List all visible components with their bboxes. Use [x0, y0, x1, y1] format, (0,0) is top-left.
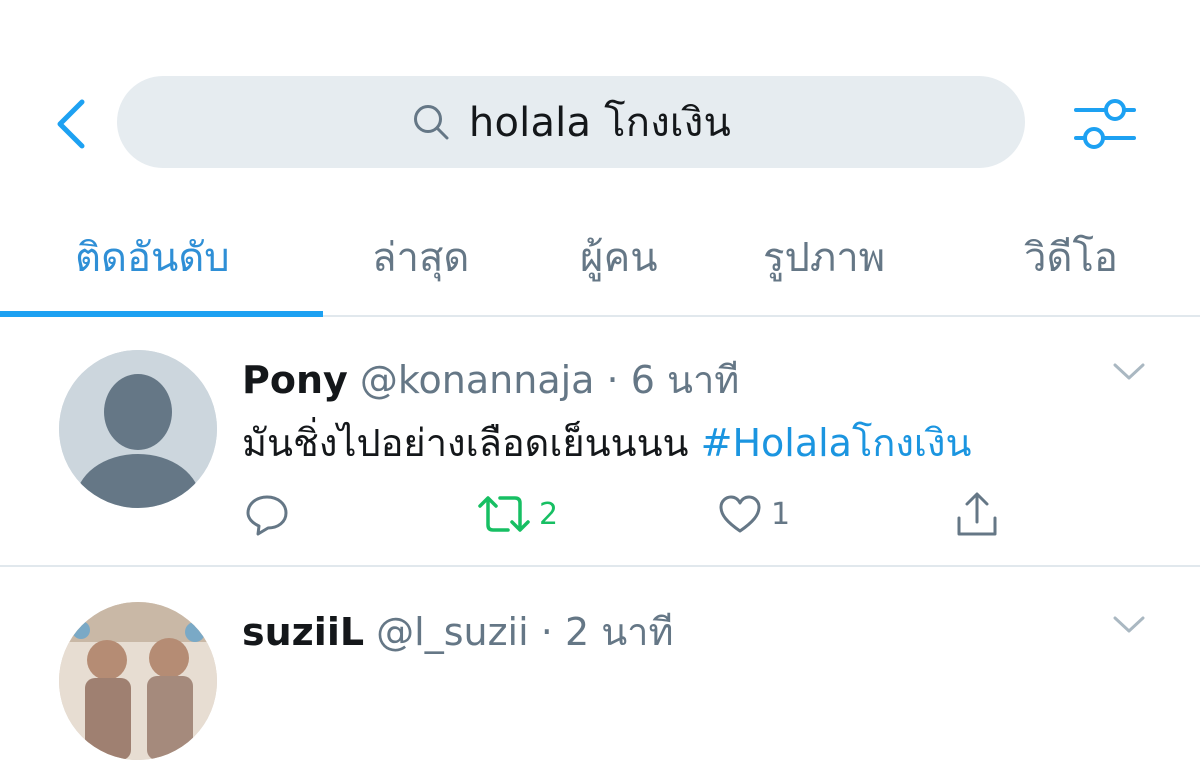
search-tabs: ติดอันดับ ล่าสุด ผู้คน รูปภาพ วิดีโอ — [0, 195, 1200, 317]
tab-latest[interactable]: ล่าสุด — [372, 225, 469, 289]
search-filter-button[interactable] — [1070, 94, 1140, 154]
reply-icon — [246, 495, 288, 536]
tweet-time: 6 นาที — [630, 358, 740, 402]
back-button[interactable] — [48, 96, 92, 152]
photo-avatar-icon — [59, 602, 217, 760]
sliders-icon — [1074, 99, 1136, 149]
default-avatar-icon — [59, 350, 217, 508]
tweet-text-content: มันชิ่งไปอย่างเลือดเย็นนนน — [242, 421, 701, 465]
separator-dot: · — [606, 358, 619, 402]
display-name[interactable]: Pony — [242, 358, 348, 402]
tweet-text: มันชิ่งไปอย่างเลือดเย็นนนน #Holalaโกงเงิ… — [242, 412, 971, 473]
tweet[interactable]: suziiL @l_suzii · 2 นาที — [0, 567, 1200, 760]
tweet-header: suziiL @l_suzii · 2 นาที — [242, 601, 674, 662]
tab-videos[interactable]: วิดีโอ — [1024, 225, 1118, 289]
share-button[interactable] — [954, 489, 1000, 539]
tab-people[interactable]: ผู้คน — [580, 225, 658, 289]
tab-photos[interactable]: รูปภาพ — [763, 225, 885, 289]
search-query: holala โกงเงิน — [468, 100, 732, 146]
avatar[interactable] — [59, 350, 217, 508]
retweet-count: 2 — [539, 496, 559, 532]
user-handle[interactable]: @l_suzii — [376, 610, 529, 654]
hashtag-link[interactable]: #Holalaโกงเงิน — [701, 421, 972, 465]
share-icon — [957, 492, 997, 536]
avatar[interactable] — [59, 602, 217, 760]
chevron-down-icon[interactable] — [1112, 615, 1146, 635]
tweet-time: 2 นาที — [564, 610, 674, 654]
like-button[interactable]: 1 — [717, 489, 790, 539]
tweet[interactable]: Pony @konannaja · 6 นาที มันชิ่งไปอย่างเ… — [0, 317, 1200, 567]
reply-button[interactable] — [244, 489, 298, 539]
display-name[interactable]: suziiL — [242, 610, 364, 654]
retweet-button[interactable]: 2 — [477, 489, 558, 539]
chevron-left-icon — [57, 99, 85, 149]
like-count: 1 — [771, 496, 791, 532]
search-field[interactable]: holala โกงเงิน — [117, 76, 1025, 168]
search-header: holala โกงเงิน — [0, 0, 1200, 195]
tab-top[interactable]: ติดอันดับ — [75, 225, 230, 289]
user-handle[interactable]: @konannaja — [360, 358, 595, 402]
search-icon — [413, 105, 449, 140]
chevron-down-icon[interactable] — [1112, 362, 1146, 382]
tweet-actions: 2 1 — [242, 489, 1042, 539]
retweet-icon — [478, 496, 530, 532]
tweet-header: Pony @konannaja · 6 นาที — [242, 349, 739, 410]
heart-icon — [719, 495, 761, 533]
separator-dot: · — [540, 610, 553, 654]
